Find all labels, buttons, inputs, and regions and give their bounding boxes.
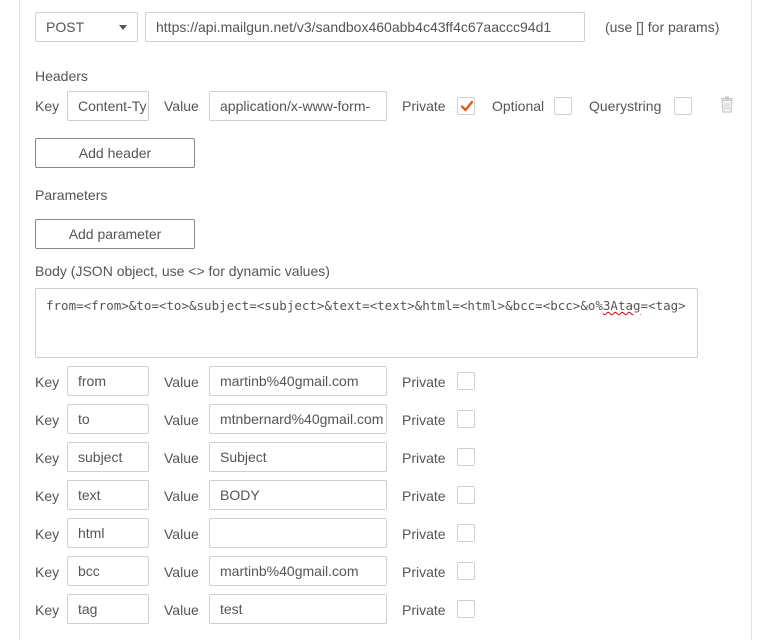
- param-private-checkbox[interactable]: [457, 372, 475, 390]
- header-optional-checkbox[interactable]: [554, 97, 572, 115]
- param-value-input[interactable]: mtnbernard%40gmail.com: [209, 404, 387, 434]
- param-key-label: Key: [35, 602, 60, 618]
- param-private-label: Private: [402, 374, 446, 390]
- param-value-label: Value: [164, 564, 199, 580]
- param-value-label: Value: [164, 450, 199, 466]
- checkmark-icon: [460, 100, 474, 112]
- url-input[interactable]: https://api.mailgun.net/v3/sandbox460abb…: [145, 12, 585, 42]
- param-value-input[interactable]: Subject: [209, 442, 387, 472]
- param-private-label: Private: [402, 450, 446, 466]
- param-key-input[interactable]: bcc: [67, 556, 149, 586]
- param-key-input[interactable]: subject: [67, 442, 149, 472]
- header-querystring-label: Querystring: [589, 98, 662, 114]
- param-key-label: Key: [35, 374, 60, 390]
- header-querystring-checkbox[interactable]: [674, 97, 692, 115]
- chevron-down-icon: [119, 25, 127, 30]
- add-parameter-button[interactable]: Add parameter: [35, 219, 195, 249]
- header-value-label: Value: [164, 98, 199, 114]
- param-key-label: Key: [35, 488, 60, 504]
- param-key-input[interactable]: html: [67, 518, 149, 548]
- param-key-input[interactable]: from: [67, 366, 149, 396]
- header-private-label: Private: [402, 98, 446, 114]
- body-textarea[interactable]: from=<from>&to=<to>&subject=<subject>&te…: [35, 288, 698, 358]
- param-private-checkbox[interactable]: [457, 562, 475, 580]
- param-value-label: Value: [164, 526, 199, 542]
- url-hint: (use [] for params): [605, 19, 720, 35]
- param-value-input[interactable]: martinb%40gmail.com: [209, 366, 387, 396]
- param-private-checkbox[interactable]: [457, 524, 475, 542]
- param-private-checkbox[interactable]: [457, 600, 475, 618]
- param-private-checkbox[interactable]: [457, 448, 475, 466]
- header-key-label: Key: [35, 98, 60, 114]
- param-value-input[interactable]: test: [209, 594, 387, 624]
- body-text: from=<from>&to=<to>&subject=<subject>&te…: [46, 298, 603, 313]
- param-key-label: Key: [35, 526, 60, 542]
- parameters-title: Parameters: [35, 187, 108, 203]
- body-text: =<tag>: [640, 298, 686, 313]
- param-value-label: Value: [164, 602, 199, 618]
- param-private-checkbox[interactable]: [457, 486, 475, 504]
- param-private-label: Private: [402, 488, 446, 504]
- param-key-label: Key: [35, 564, 60, 580]
- header-optional-label: Optional: [492, 98, 545, 114]
- body-text-misspelled: 3Atag: [602, 298, 641, 313]
- param-private-label: Private: [402, 564, 446, 580]
- param-value-input[interactable]: [209, 518, 387, 548]
- param-value-label: Value: [164, 488, 199, 504]
- param-value-input[interactable]: BODY: [209, 480, 387, 510]
- param-value-label: Value: [164, 374, 199, 390]
- param-key-input[interactable]: text: [67, 480, 149, 510]
- param-key-label: Key: [35, 450, 60, 466]
- header-key-input[interactable]: Content-Ty: [67, 91, 149, 121]
- param-value-input[interactable]: martinb%40gmail.com: [209, 556, 387, 586]
- method-select[interactable]: POST: [35, 12, 138, 42]
- param-private-label: Private: [402, 412, 446, 428]
- param-private-label: Private: [402, 602, 446, 618]
- body-title: Body (JSON object, use <> for dynamic va…: [35, 263, 330, 279]
- method-value: POST: [46, 19, 85, 35]
- add-header-button[interactable]: Add header: [35, 138, 195, 168]
- param-key-label: Key: [35, 412, 60, 428]
- param-value-label: Value: [164, 412, 199, 428]
- trash-icon[interactable]: [720, 96, 734, 116]
- param-key-input[interactable]: tag: [67, 594, 149, 624]
- param-private-label: Private: [402, 526, 446, 542]
- header-value-input[interactable]: application/x-www-form-: [209, 91, 387, 121]
- param-private-checkbox[interactable]: [457, 410, 475, 428]
- param-key-input[interactable]: to: [67, 404, 149, 434]
- headers-title: Headers: [35, 68, 88, 84]
- header-private-checkbox[interactable]: [457, 97, 475, 115]
